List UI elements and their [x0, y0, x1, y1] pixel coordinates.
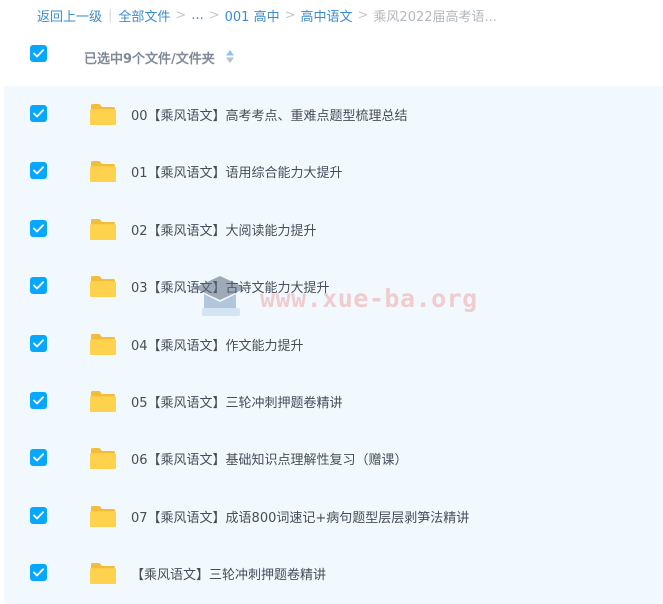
- file-checkbox[interactable]: [30, 219, 47, 237]
- checkmark-icon: [33, 568, 44, 577]
- folder-icon: [89, 390, 117, 417]
- crumb-level1[interactable]: 001 高中: [225, 6, 280, 25]
- file-name-link[interactable]: 【乘风语文】三轮冲刺押题卷精讲: [131, 564, 326, 583]
- checkmark-icon: [33, 109, 44, 118]
- folder-icon: [89, 103, 117, 130]
- file-checkbox[interactable]: [30, 277, 47, 295]
- file-name-link[interactable]: 01【乘风语文】语用综合能力大提升: [131, 162, 343, 181]
- crumb-all-files[interactable]: 全部文件: [118, 6, 170, 25]
- checkmark-icon: [33, 281, 44, 290]
- checkmark-icon: [33, 224, 44, 233]
- file-row[interactable]: 【乘风语文】三轮冲刺押题卷精讲: [4, 545, 663, 602]
- checkmark-icon: [33, 166, 44, 175]
- breadcrumb: 返回上一级 | 全部文件 > ... > 001 高中 > 高中语文 > 乘风2…: [37, 6, 497, 25]
- list-header: 已选中9个文件/文件夹: [0, 38, 663, 78]
- file-name-link[interactable]: 04【乘风语文】作文能力提升: [131, 335, 304, 354]
- file-checkbox[interactable]: [30, 105, 47, 122]
- file-checkbox[interactable]: [30, 449, 47, 467]
- file-row[interactable]: 07【乘风语文】成语800词速记+病句题型层层剥笋法精讲: [4, 488, 663, 545]
- file-name-link[interactable]: 02【乘风语文】大阅读能力提升: [131, 220, 317, 239]
- file-row[interactable]: 01【乘风语文】语用综合能力大提升: [4, 143, 663, 200]
- checkmark-icon: [33, 338, 44, 347]
- folder-icon: [89, 562, 117, 589]
- selection-count-label: 已选中9个文件/文件夹: [84, 52, 215, 67]
- file-row[interactable]: 05【乘风语文】三轮冲刺押题卷精讲: [4, 373, 663, 430]
- select-all-checkbox[interactable]: [30, 45, 47, 62]
- folder-icon: [89, 505, 117, 532]
- folder-icon: [89, 160, 117, 187]
- file-list: 00【乘风语文】高考考点、重难点题型梳理总结 01【乘风语文】语用综合能力大提升 0…: [4, 86, 663, 604]
- file-row[interactable]: 00【乘风语文】高考考点、重难点题型梳理总结: [4, 86, 663, 143]
- crumb-current: 乘风2022届高考语...: [373, 9, 497, 25]
- file-row[interactable]: 03【乘风语文】古诗文能力大提升: [4, 258, 663, 315]
- file-name-link[interactable]: 00【乘风语文】高考考点、重难点题型梳理总结: [131, 105, 408, 124]
- file-name-link[interactable]: 07【乘风语文】成语800词速记+病句题型层层剥笋法精讲: [131, 507, 469, 526]
- checkmark-icon: [33, 511, 44, 520]
- folder-icon: [89, 447, 117, 474]
- crumb-level2[interactable]: 高中语文: [301, 6, 353, 25]
- file-name-link[interactable]: 03【乘风语文】古诗文能力大提升: [131, 277, 330, 296]
- file-name-link[interactable]: 06【乘风语文】基础知识点理解性复习（赠课）: [131, 449, 408, 468]
- checkmark-icon: [33, 453, 44, 462]
- file-checkbox[interactable]: [30, 334, 47, 352]
- crumb-ellipsis[interactable]: ...: [191, 8, 203, 23]
- file-row[interactable]: 02【乘风语文】大阅读能力提升: [4, 201, 663, 258]
- sort-icon[interactable]: [226, 50, 234, 63]
- folder-icon: [89, 333, 117, 360]
- checkmark-icon: [33, 49, 44, 58]
- breadcrumb-separator: >: [357, 7, 369, 23]
- file-checkbox[interactable]: [30, 564, 47, 582]
- file-checkbox[interactable]: [30, 392, 47, 409]
- folder-icon: [89, 218, 117, 245]
- file-row[interactable]: 04【乘风语文】作文能力提升: [4, 316, 663, 373]
- folder-icon: [89, 275, 117, 302]
- file-name-link[interactable]: 05【乘风语文】三轮冲刺押题卷精讲: [131, 392, 343, 411]
- file-checkbox[interactable]: [30, 506, 47, 524]
- breadcrumb-separator: >: [175, 7, 187, 23]
- file-checkbox[interactable]: [30, 162, 47, 180]
- breadcrumb-separator: >: [208, 7, 220, 23]
- breadcrumb-separator: >: [284, 7, 296, 23]
- back-link[interactable]: 返回上一级: [37, 6, 102, 25]
- checkmark-icon: [33, 396, 44, 405]
- file-row[interactable]: 06【乘风语文】基础知识点理解性复习（赠课）: [4, 430, 663, 487]
- breadcrumb-divider: |: [108, 7, 113, 23]
